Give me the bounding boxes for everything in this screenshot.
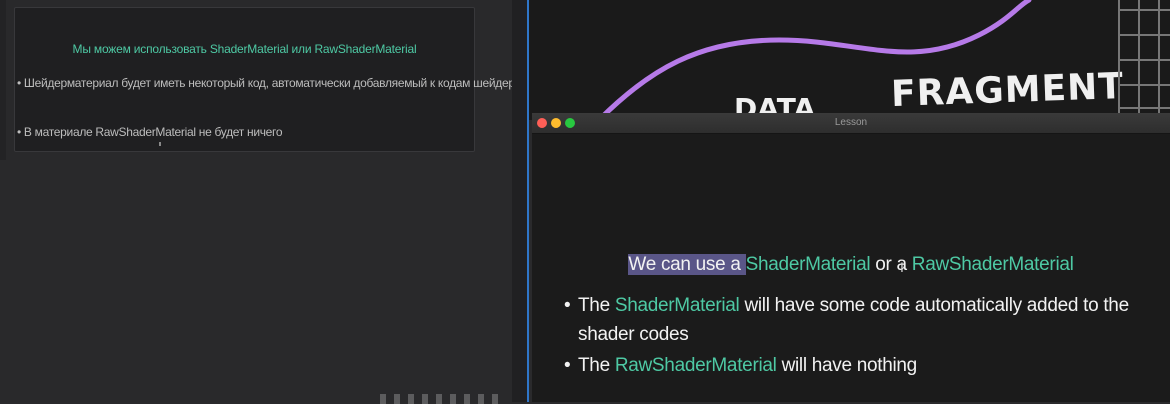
slide-bullet: • The RawShaderMaterial will have nothing xyxy=(564,351,1148,380)
translation-note-card[interactable]: Мы можем использовать ShaderMaterial или… xyxy=(14,7,527,152)
bullet-prefix: The xyxy=(578,355,615,376)
slide-bullet: • The ShaderMaterial will have some code … xyxy=(564,291,1148,349)
text-selection[interactable]: We can use a xyxy=(628,254,746,275)
bullet-dot-icon: • xyxy=(564,295,571,316)
grid-sketch xyxy=(1118,0,1170,120)
heading-accent-rawshadermaterial: RawShaderMaterial xyxy=(911,254,1074,275)
note-bullet: • В материале RawShaderMaterial не будет… xyxy=(17,125,283,139)
bullet-dot-icon: • xyxy=(564,355,571,376)
video-frame: FRAGMENT DATA xyxy=(529,0,1170,120)
window-title: Lesson xyxy=(834,117,868,128)
note-title: Мы можем использовать ShaderMaterial или… xyxy=(72,42,417,56)
note-bullet: • Шейдерматериал будет иметь некоторый к… xyxy=(17,76,528,90)
text-caret xyxy=(159,142,161,146)
ibeam-cursor-icon: I xyxy=(900,259,904,275)
sketch-word-fragment: FRAGMENT xyxy=(890,66,1124,115)
window-titlebar[interactable]: Lesson xyxy=(532,113,1170,134)
pane-splitter[interactable] xyxy=(512,0,528,402)
heading-middle: or a xyxy=(870,254,912,275)
slide-heading: We can use a ShaderMaterial or a RawShad… xyxy=(532,254,1170,276)
sketch-drawing: FRAGMENT DATA xyxy=(596,0,1170,120)
editor-pane: Мы можем использовать ShaderMaterial или… xyxy=(0,0,527,404)
left-panel-edge xyxy=(0,0,6,160)
bullet-prefix: The xyxy=(578,295,615,316)
bullet-suffix: will have nothing xyxy=(776,355,918,376)
cut-off-text xyxy=(380,394,500,404)
lesson-window[interactable]: Lesson We can use a ShaderMaterial or a … xyxy=(532,113,1170,402)
bullet-accent: ShaderMaterial xyxy=(614,295,740,316)
bullet-accent: RawShaderMaterial xyxy=(614,355,777,376)
heading-accent-shadermaterial: ShaderMaterial xyxy=(745,254,871,275)
